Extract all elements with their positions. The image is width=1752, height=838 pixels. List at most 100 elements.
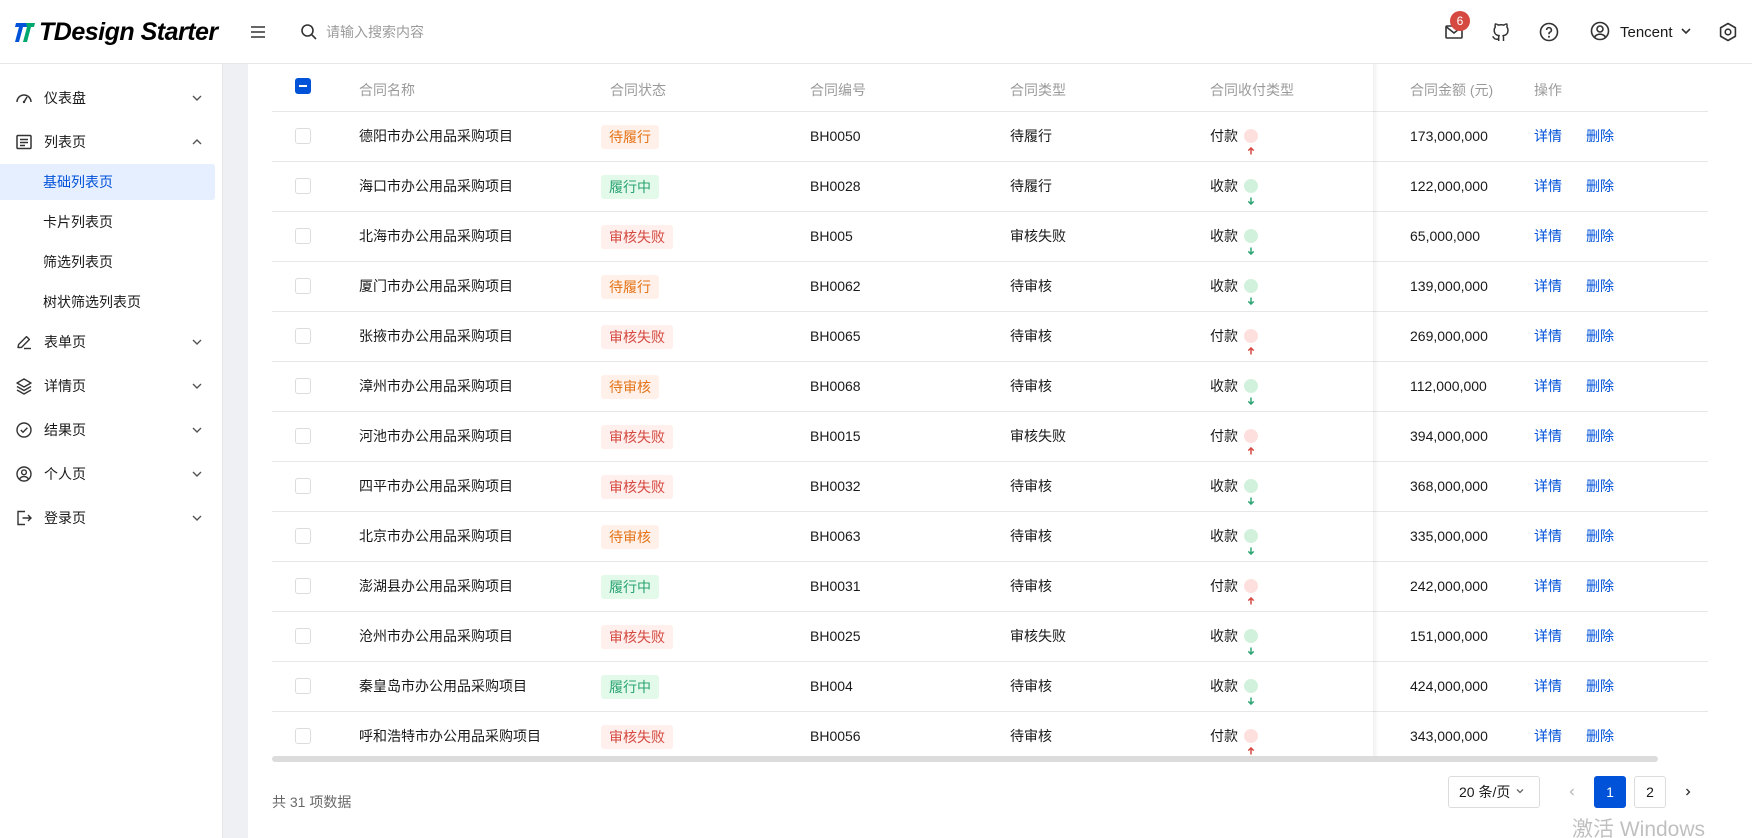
delete-link[interactable]: 删除: [1586, 262, 1614, 311]
arrow-up-icon: [1244, 429, 1258, 455]
row-checkbox[interactable]: [295, 378, 311, 394]
row-checkbox[interactable]: [295, 678, 311, 694]
table-row[interactable]: 厦门市办公用品采购项目 待履行 BH0062 待审核 收款 139,000,000 详情 删除: [272, 262, 1708, 312]
sidebar-subitem-tree-list[interactable]: 树状筛选列表页: [0, 284, 215, 320]
detail-link[interactable]: 详情: [1534, 162, 1562, 211]
table-row[interactable]: 河池市办公用品采购项目 审核失败 BH0015 审核失败 付款 394,000,000 详情…: [272, 412, 1708, 462]
table-row[interactable]: 呼和浩特市办公用品采购项目 审核失败 BH0056 待审核 付款 343,000,000 详…: [272, 712, 1708, 756]
logo[interactable]: TDesign Starter: [14, 18, 218, 46]
page-button-2[interactable]: 2: [1634, 776, 1666, 808]
page-size-select[interactable]: 20 条/页: [1448, 776, 1540, 808]
sidebar-item-login[interactable]: 登录页: [8, 500, 215, 536]
table-row[interactable]: 海口市办公用品采购项目 履行中 BH0028 待履行 收款 122,000,000 详情 删除: [272, 162, 1708, 212]
delete-link[interactable]: 删除: [1586, 112, 1614, 161]
search-input[interactable]: [326, 20, 626, 44]
delete-link[interactable]: 删除: [1586, 362, 1614, 411]
row-checkbox[interactable]: [295, 278, 311, 294]
delete-link[interactable]: 删除: [1586, 662, 1614, 711]
table-row[interactable]: 秦皇岛市办公用品采购项目 履行中 BH004 待审核 收款 424,000,000 详情 删除: [272, 662, 1708, 712]
row-checkbox[interactable]: [295, 728, 311, 744]
detail-link[interactable]: 详情: [1534, 362, 1562, 411]
chevron-down-icon: [1510, 784, 1526, 800]
table-row[interactable]: 张掖市办公用品采购项目 审核失败 BH0065 待审核 付款 269,000,000 详情删…: [272, 312, 1708, 362]
row-checkbox[interactable]: [295, 478, 311, 494]
row-checkbox[interactable]: [295, 428, 311, 444]
detail-link[interactable]: 详情: [1534, 562, 1562, 611]
payment-type: 付款: [1210, 128, 1238, 144]
contract-amount: 242,000,000: [1410, 578, 1488, 594]
sidebar-subitem-card-list[interactable]: 卡片列表页: [0, 204, 215, 240]
github-icon[interactable]: [1489, 20, 1513, 44]
sidebar-item-label: 个人页: [44, 466, 86, 482]
contract-status-cell: 审核失败: [601, 412, 673, 461]
menu-fold-icon[interactable]: [248, 22, 268, 42]
status-badge: 待审核: [601, 375, 659, 400]
delete-link[interactable]: 删除: [1586, 712, 1614, 756]
detail-link[interactable]: 详情: [1534, 512, 1562, 561]
sidebar-subitem-basic-list[interactable]: 基础列表页: [0, 164, 215, 200]
horizontal-scrollbar[interactable]: [272, 756, 1658, 762]
delete-link[interactable]: 删除: [1586, 412, 1614, 461]
table-row[interactable]: 澎湖县办公用品采购项目 履行中 BH0031 待审核 付款 242,000,000 详情 删除: [272, 562, 1708, 612]
detail-link[interactable]: 详情: [1534, 212, 1562, 261]
status-badge: 审核失败: [601, 425, 673, 450]
table-row[interactable]: 漳州市办公用品采购项目 待审核 BH0068 待审核 收款 112,000,000 详情 删除: [272, 362, 1708, 412]
sidebar-item-result[interactable]: 结果页: [8, 412, 215, 448]
prev-page-button[interactable]: [1556, 776, 1588, 808]
detail-link[interactable]: 详情: [1534, 112, 1562, 161]
detail-link[interactable]: 详情: [1534, 662, 1562, 711]
contract-name: 海口市办公用品采购项目: [359, 178, 513, 194]
sidebar-item-detail[interactable]: 详情页: [8, 368, 215, 404]
row-checkbox[interactable]: [295, 578, 311, 594]
payment-type: 收款: [1210, 378, 1238, 394]
delete-link[interactable]: 删除: [1586, 562, 1614, 611]
delete-link[interactable]: 删除: [1586, 512, 1614, 561]
row-checkbox[interactable]: [295, 528, 311, 544]
contract-code: BH0015: [810, 428, 861, 444]
delete-link[interactable]: 删除: [1586, 612, 1614, 661]
next-page-button[interactable]: [1672, 776, 1704, 808]
sidebar-item-form[interactable]: 表单页: [8, 324, 215, 360]
table-row[interactable]: 沧州市办公用品采购项目 审核失败 BH0025 审核失败 收款 151,000,000 详情…: [272, 612, 1708, 662]
delete-link[interactable]: 删除: [1586, 162, 1614, 211]
row-checkbox[interactable]: [295, 178, 311, 194]
status-badge: 待审核: [601, 525, 659, 550]
detail-link[interactable]: 详情: [1534, 462, 1562, 511]
detail-link[interactable]: 详情: [1534, 712, 1562, 756]
table-row[interactable]: 四平市办公用品采购项目 审核失败 BH0032 待审核 收款 368,000,000 详情删…: [272, 462, 1708, 512]
contract-code: BH0056: [810, 728, 861, 744]
user-menu[interactable]: Tencent: [1588, 18, 1693, 46]
delete-link[interactable]: 删除: [1586, 312, 1614, 361]
row-checkbox[interactable]: [295, 328, 311, 344]
list-icon: [14, 132, 34, 152]
payment-type-cell: 收款: [1210, 162, 1258, 211]
delete-link[interactable]: 删除: [1586, 212, 1614, 261]
contract-code: BH004: [810, 678, 853, 694]
detail-link[interactable]: 详情: [1534, 612, 1562, 661]
contract-status-cell: 审核失败: [601, 462, 673, 511]
contract-name: 张掖市办公用品采购项目: [359, 328, 513, 344]
select-all-checkbox[interactable]: [295, 78, 311, 94]
row-checkbox[interactable]: [295, 128, 311, 144]
table-row[interactable]: 北京市办公用品采购项目 待审核 BH0063 待审核 收款 335,000,000 详情 删除: [272, 512, 1708, 562]
help-icon[interactable]: [1537, 20, 1561, 44]
detail-link[interactable]: 详情: [1534, 312, 1562, 361]
delete-link[interactable]: 删除: [1586, 462, 1614, 511]
contract-status-cell: 履行中: [601, 662, 659, 711]
row-checkbox[interactable]: [295, 628, 311, 644]
check-circle-icon: [14, 420, 34, 440]
detail-link[interactable]: 详情: [1534, 412, 1562, 461]
sidebar-subitem-filter-list[interactable]: 筛选列表页: [0, 244, 215, 280]
table-row[interactable]: 北海市办公用品采购项目 审核失败 BH005 审核失败 收款 65,000,000 详情 删除: [272, 212, 1708, 262]
sidebar-item-dashboard[interactable]: 仪表盘: [8, 80, 215, 116]
contract-code: BH0028: [810, 178, 861, 194]
column-header: 合同状态: [610, 82, 666, 98]
contract-name: 澎湖县办公用品采购项目: [359, 578, 513, 594]
row-checkbox[interactable]: [295, 228, 311, 244]
sidebar-item-list[interactable]: 列表页: [8, 124, 215, 160]
page-button-1[interactable]: 1: [1594, 776, 1626, 808]
sidebar-item-personal[interactable]: 个人页: [8, 456, 215, 492]
settings-icon[interactable]: [1716, 20, 1740, 44]
detail-link[interactable]: 详情: [1534, 262, 1562, 311]
table-row[interactable]: 德阳市办公用品采购项目 待履行 BH0050 待履行 付款 173,000,000 详情 删除: [272, 112, 1708, 162]
